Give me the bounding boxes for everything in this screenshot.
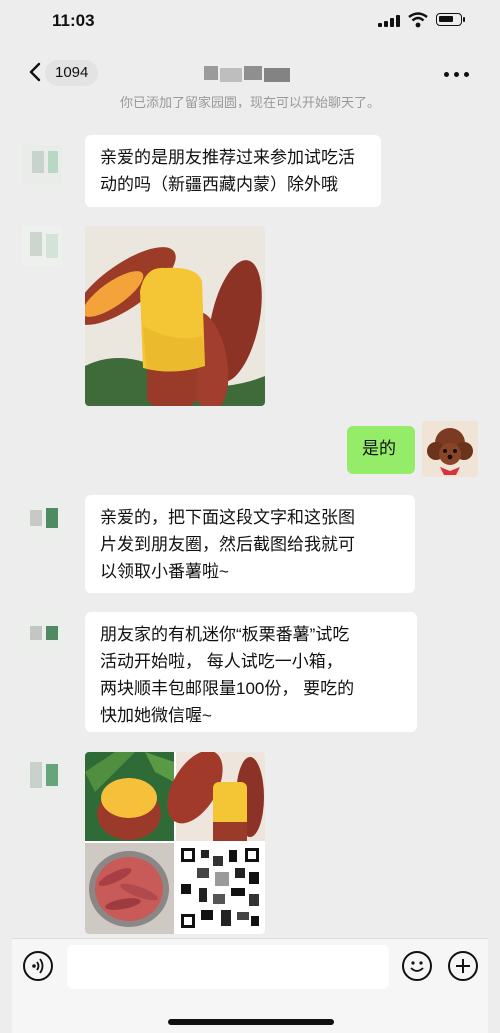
message-bubble[interactable]: 亲爱的是朋友推荐过来参加试吃活 动的吗（新疆西藏内蒙）除外哦 xyxy=(85,135,381,207)
avatar[interactable] xyxy=(22,500,62,540)
battery-icon xyxy=(436,13,465,26)
message-text-line: 以领取小番薯啦~ xyxy=(100,562,229,581)
message-bubble[interactable]: 亲爱的，把下面这段文字和这张图 片发到朋友圈，然后截图给我就可 以领取小番薯啦~ xyxy=(85,495,415,593)
input-bar xyxy=(12,938,488,1033)
home-indicator xyxy=(168,1019,334,1025)
message-text-line: 亲爱的是朋友推荐过来参加试吃活 xyxy=(100,148,355,167)
more-options-icon[interactable] xyxy=(444,72,470,78)
plus-icon[interactable] xyxy=(448,951,478,981)
system-message: 你已添加了留家园圆，现在可以开始聊天了。 xyxy=(119,95,380,108)
smile-glyph xyxy=(410,961,424,972)
message-text-line: 是的 xyxy=(362,439,396,458)
avatar[interactable] xyxy=(22,145,62,185)
signal-icon xyxy=(378,15,400,27)
avatar[interactable] xyxy=(22,614,62,654)
message-text-line: 朋友家的有机迷你“板栗番薯”试吃 xyxy=(100,625,350,644)
chat-header: 1094 xyxy=(12,50,488,96)
status-bar: 11:03 xyxy=(12,0,488,44)
voice-icon[interactable] xyxy=(23,951,53,981)
avatar[interactable] xyxy=(22,756,62,796)
message-text-line: 亲爱的，把下面这段文字和这张图 xyxy=(100,508,355,527)
poodle-avatar-icon xyxy=(422,421,478,477)
message-input[interactable] xyxy=(67,945,389,989)
sweet-potato-photo[interactable] xyxy=(85,226,265,406)
message-text-line: 两块顺丰包邮限量100份， 要吃的 xyxy=(100,679,355,698)
message-text-line: 活动开始啦， 每人试吃一小箱， xyxy=(100,652,343,671)
self-avatar[interactable] xyxy=(422,421,478,477)
contact-name-pixelated xyxy=(204,64,290,82)
message-text-line: 快加她微信喔~ xyxy=(100,706,212,725)
message-bubble[interactable]: 朋友家的有机迷你“板栗番薯”试吃 活动开始啦， 每人试吃一小箱， 两块顺丰包邮限… xyxy=(85,612,417,732)
message-bubble-self[interactable]: 是的 xyxy=(347,426,415,474)
sweet-potato-collage-with-qr-code[interactable] xyxy=(85,752,265,934)
wifi-icon xyxy=(408,12,428,28)
emoji-icon[interactable] xyxy=(402,951,432,981)
plus-glyph xyxy=(456,959,470,973)
voice-waves-glyph xyxy=(32,958,44,974)
status-time: 11:03 xyxy=(52,11,95,30)
message-text-line: 片发到朋友圈，然后截图给我就可 xyxy=(100,535,355,554)
sweet-potato-illustration xyxy=(85,226,265,406)
back-chevron-icon[interactable] xyxy=(28,62,42,82)
collage-illustration xyxy=(85,752,265,934)
unread-count-badge[interactable]: 1094 xyxy=(45,60,99,86)
avatar[interactable] xyxy=(22,226,62,266)
chat-screen: 11:03 1094 你已添加了留家园圆，现在可以开始聊天了。 亲爱的是朋友推荐… xyxy=(12,0,488,1033)
message-text-line: 动的吗（新疆西藏内蒙）除外哦 xyxy=(100,175,338,194)
